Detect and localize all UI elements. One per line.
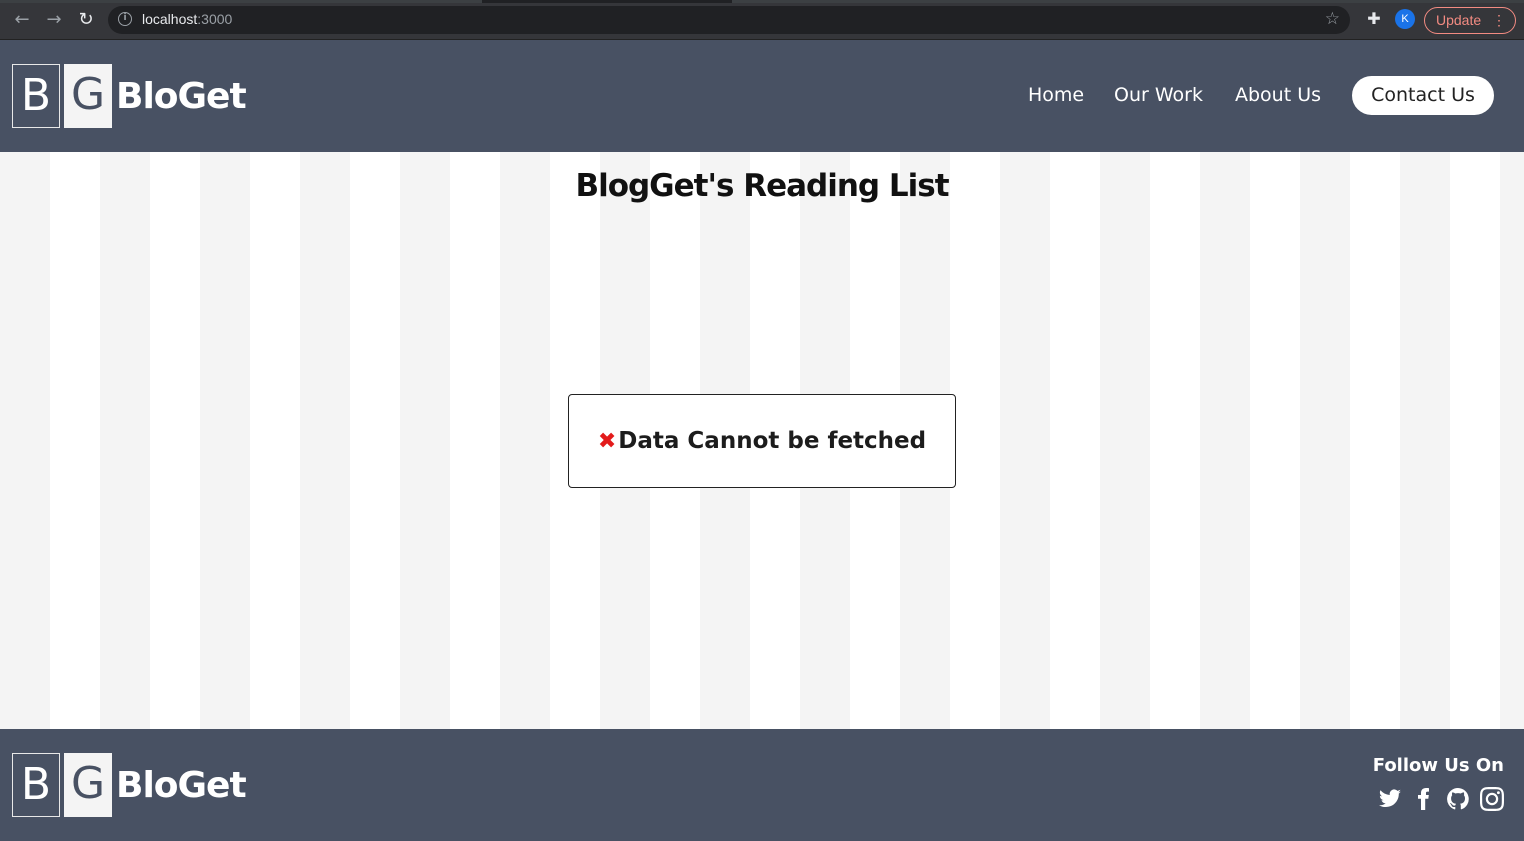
tab-inactive[interactable] [732, 0, 1524, 3]
error-message-text: Data Cannot be fetched [618, 428, 927, 454]
error-message-box: ✖ Data Cannot be fetched [568, 394, 956, 488]
site-info-icon[interactable]: i [118, 12, 132, 26]
logo-letter-b: B [12, 64, 60, 128]
twitter-icon[interactable] [1378, 787, 1402, 811]
url-port: :3000 [197, 11, 233, 27]
header-logo[interactable]: B G BloGet [12, 64, 247, 128]
logo-name: BloGet [116, 75, 247, 117]
follow-us-label: Follow Us On [1372, 755, 1504, 776]
bookmark-star-icon[interactable]: ☆ [1325, 9, 1340, 29]
nav-link-home[interactable]: Home [1028, 84, 1084, 106]
menu-dots-icon[interactable]: ⋮ [1492, 8, 1506, 33]
address-bar[interactable]: i localhost:3000 ☆ [108, 6, 1350, 34]
github-icon[interactable] [1446, 787, 1470, 811]
update-label: Update [1436, 12, 1482, 28]
extensions-puzzle-icon[interactable]: ✚ [1364, 9, 1384, 29]
social-links [1378, 787, 1504, 811]
browser-toolbar: ← → ↻ i localhost:3000 ☆ ✚ K Update ⋮ [0, 0, 1524, 40]
forward-arrow-icon[interactable]: → [42, 8, 66, 32]
site-header: B G BloGet Home Our Work About Us Contac… [0, 40, 1524, 152]
page-title: BlogGet's Reading List [575, 168, 949, 204]
footer-logo[interactable]: B G BloGet [12, 753, 247, 817]
facebook-icon[interactable] [1412, 787, 1436, 811]
nav-link-our-work[interactable]: Our Work [1114, 84, 1203, 106]
logo-letter-b: B [12, 753, 60, 817]
contact-us-button[interactable]: Contact Us [1352, 76, 1494, 115]
nav-link-about-us[interactable]: About Us [1235, 84, 1321, 106]
main-content: BlogGet's Reading List ✖ Data Cannot be … [0, 152, 1524, 729]
update-button[interactable]: Update ⋮ [1424, 7, 1516, 34]
logo-letter-g: G [64, 64, 112, 128]
profile-avatar[interactable]: K [1395, 9, 1415, 29]
url-host: localhost [142, 11, 198, 27]
tab-strip [0, 0, 1524, 3]
logo-name: BloGet [116, 764, 247, 806]
error-cross-icon: ✖ [597, 428, 617, 454]
reload-icon[interactable]: ↻ [74, 8, 98, 32]
url-text[interactable]: localhost:3000 [142, 11, 232, 27]
tab-inactive[interactable] [0, 0, 482, 3]
logo-letter-g: G [64, 753, 112, 817]
instagram-icon[interactable] [1480, 787, 1504, 811]
back-arrow-icon[interactable]: ← [10, 8, 34, 32]
site-footer: B G BloGet Follow Us On [0, 729, 1524, 841]
